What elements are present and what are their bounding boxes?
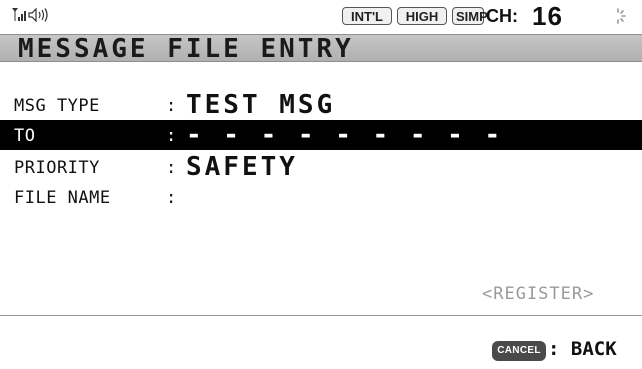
register-button[interactable]: <REGISTER> bbox=[482, 284, 594, 304]
field-row-priority[interactable]: PRIORITY : SAFETY bbox=[0, 152, 642, 182]
field-separator: : bbox=[166, 188, 177, 208]
divider bbox=[0, 315, 642, 316]
field-row-to[interactable]: TO : - - - - - - - - - bbox=[0, 120, 642, 150]
field-row-file-name[interactable]: FILE NAME : bbox=[0, 182, 642, 212]
channel-value: 16 bbox=[532, 1, 563, 31]
to-address-value: - - - - - - - - - bbox=[186, 120, 504, 150]
status-bar: INT'L HIGH SIMP CH: 16 bbox=[0, 0, 642, 32]
simplex-badge: SIMP bbox=[452, 7, 488, 25]
field-label: FILE NAME bbox=[14, 188, 111, 208]
priority-value: SAFETY bbox=[186, 152, 298, 182]
message-file-entry-screen: INT'L HIGH SIMP CH: 16 MESSAGE FILE ENTR… bbox=[0, 0, 642, 369]
cancel-key-icon[interactable]: CANCEL bbox=[492, 341, 546, 361]
scan-spinner-icon bbox=[617, 8, 626, 24]
speaker-volume-icon bbox=[28, 8, 48, 22]
field-label: MSG TYPE bbox=[14, 96, 100, 116]
msg-type-value: TEST MSG bbox=[186, 90, 336, 120]
title-bar: MESSAGE FILE ENTRY bbox=[0, 34, 642, 64]
field-row-msg-type[interactable]: MSG TYPE : TEST MSG bbox=[0, 90, 642, 120]
field-separator: : bbox=[166, 158, 177, 178]
back-hint: : BACK bbox=[548, 338, 617, 360]
field-label: TO bbox=[14, 126, 36, 146]
field-separator: : bbox=[166, 96, 177, 116]
high-power-badge: HIGH bbox=[397, 7, 447, 25]
field-label: PRIORITY bbox=[14, 158, 100, 178]
page-title: MESSAGE FILE ENTRY bbox=[18, 34, 354, 64]
signal-strength-icon bbox=[12, 8, 26, 21]
channel-label: CH: bbox=[486, 6, 518, 26]
intl-mode-badge: INT'L bbox=[342, 7, 392, 25]
field-separator: : bbox=[166, 126, 177, 146]
